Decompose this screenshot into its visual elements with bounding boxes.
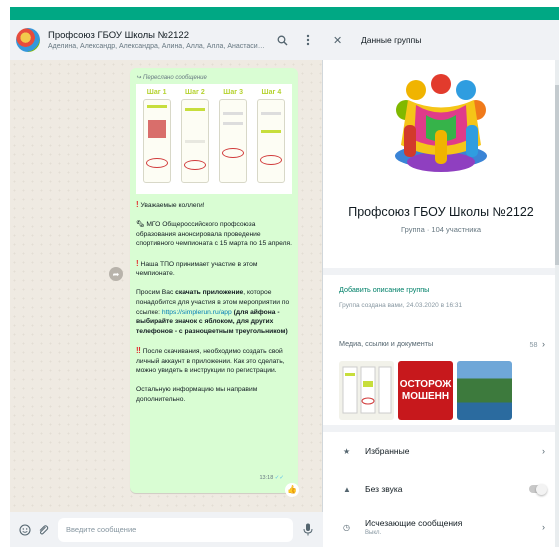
forwarded-arrow-icon: ↪ <box>136 74 142 81</box>
message-participation: Наша ТПО принимает участие в этом чемпио… <box>136 260 258 278</box>
exclamation-icon: ! <box>136 258 139 268</box>
media-thumbnail[interactable] <box>339 361 394 420</box>
attach-icon[interactable] <box>34 521 52 539</box>
chevron-right-icon: › <box>542 339 545 349</box>
search-icon[interactable] <box>273 31 291 49</box>
disappearing-label-wrap: Исчезающие сообщения Выкл. <box>365 518 542 536</box>
double-exclamation-icon: ‼ <box>136 345 141 355</box>
disappearing-state: Выкл. <box>365 530 382 536</box>
chat-header-text[interactable]: Профсоюз ГБОУ Школы №2122 Аделина, Алекс… <box>48 30 265 50</box>
app-top-bar <box>10 7 559 20</box>
chat-members: Аделина, Александр, Александра, Алина, А… <box>48 43 265 50</box>
media-thumbnail-text: ОСТОРОЖ <box>399 378 452 390</box>
chat-pane: Профсоюз ГБОУ Школы №2122 Аделина, Алекс… <box>10 20 323 547</box>
phone-illustration <box>257 99 286 183</box>
group-info-pane: ✕ Данные группы Профсоюз ГБОУ Школы №212… <box>323 20 559 547</box>
add-description-link[interactable]: Добавить описание группы <box>339 285 545 294</box>
phone-illustration <box>219 99 248 183</box>
media-thumbnails: ОСТОРОЖ МОШЕНН <box>339 361 545 420</box>
group-photo[interactable] <box>386 70 496 180</box>
message-paragraph: Остальную информацию мы направим дополни… <box>136 385 292 404</box>
exclamation-icon: ! <box>136 200 139 209</box>
chevron-right-icon: › <box>542 446 545 456</box>
mic-icon[interactable] <box>299 521 317 539</box>
mute-label: Без звука <box>365 484 403 494</box>
timer-icon: ◷ <box>343 522 350 532</box>
mute-toggle[interactable] <box>529 483 547 495</box>
disappearing-messages-row[interactable]: ◷ Исчезающие сообщения Выкл. › <box>323 508 559 546</box>
forwarded-text: Переслано сообщение <box>143 74 207 81</box>
phone-illustration <box>180 99 209 183</box>
media-thumbnail[interactable]: ОСТОРОЖ МОШЕНН <box>398 361 453 420</box>
group-created-info: Группа создана вами, 24.03.2020 в 16:31 <box>339 302 463 309</box>
emoji-icon[interactable] <box>16 521 34 539</box>
message-paragraph: ! Наша ТПО принимает участие в этом чемп… <box>136 259 292 279</box>
group-settings: ★ Избранные › ▲ Без звука ◷ Исчезающие с… <box>323 432 559 547</box>
promo-step-card: Шаг 3 <box>216 88 251 190</box>
group-avatar[interactable] <box>16 28 40 52</box>
chat-title: Профсоюз ГБОУ Школы №2122 <box>48 30 189 41</box>
media-links-docs-row[interactable]: Медиа, ссылки и документы 58 › <box>339 334 545 352</box>
group-name: Профсоюз ГБОУ Школы №2122 <box>348 205 534 219</box>
promo-step-label: Шаг 4 <box>261 89 282 96</box>
menu-icon[interactable] <box>299 31 317 49</box>
promo-step-label: Шаг 1 <box>146 89 167 96</box>
media-count: 58 <box>529 340 538 349</box>
read-check-icon: ✓✓ <box>274 475 284 482</box>
message-request: Просим Вас <box>136 289 176 297</box>
favorites-row[interactable]: ★ Избранные › <box>323 432 559 470</box>
promo-step-label: Шаг 2 <box>185 89 205 96</box>
scrollbar-thumb[interactable] <box>555 85 559 265</box>
close-icon[interactable]: ✕ <box>333 34 347 47</box>
media-count-wrap: 58 › <box>530 334 545 352</box>
info-header-title: Данные группы <box>361 35 422 45</box>
promo-step-card: Шаг 4 <box>254 88 289 190</box>
message-list[interactable]: ➦ ↪ Переслано сообщение Шаг 1 Шаг 2 Шаг … <box>10 60 323 512</box>
reaction-emoji[interactable]: 👍 <box>285 483 299 497</box>
message-request-bold: скачать приложение <box>175 289 244 297</box>
star-icon: ★ <box>343 446 351 456</box>
message-paragraph: ! Уважаемые коллеги! <box>136 200 292 211</box>
promo-image[interactable]: Шаг 1 Шаг 2 Шаг 3 Шаг 4 <box>136 84 292 194</box>
group-profile: Профсоюз ГБОУ Школы №2122 Группа · 104 у… <box>323 60 559 268</box>
message-paragraph: Просим Вас скачать приложение, которое п… <box>136 288 292 336</box>
media-label: Медиа, ссылки и документы <box>339 338 434 348</box>
promo-step-card: Шаг 2 <box>177 88 212 190</box>
message-greeting: Уважаемые коллеги! <box>140 202 205 209</box>
mute-row[interactable]: ▲ Без звука <box>323 470 559 508</box>
message-time-text: 13:18 <box>259 475 274 482</box>
group-description-block: Добавить описание группы Группа создана … <box>323 275 559 425</box>
message-paragraph: 🗞 МГО Общероссийского профсоюза образова… <box>136 221 292 248</box>
message-instructions: После скачивания, необходимо создать сво… <box>136 347 285 375</box>
favorites-label: Избранные <box>365 446 410 456</box>
phone-illustration <box>142 99 171 183</box>
media-thumbnail-text: МОШЕНН <box>401 390 450 402</box>
promo-step-label: Шаг 3 <box>223 89 243 96</box>
message-text: ! Уважаемые коллеги! 🗞 МГО Общероссийско… <box>136 200 292 404</box>
promo-step-card: Шаг 1 <box>139 88 174 190</box>
forward-icon[interactable]: ➦ <box>109 267 123 281</box>
message-time: 13:18 ✓✓ <box>259 474 284 484</box>
message-input[interactable] <box>58 517 293 542</box>
disappearing-label: Исчезающие сообщения <box>365 518 463 528</box>
message-paragraph: ‼ После скачивания, необходимо создать с… <box>136 346 292 376</box>
forwarded-label: ↪ Переслано сообщение <box>136 73 292 84</box>
app-download-link[interactable]: https://simplerun.ru/app <box>162 309 232 316</box>
message-bubble[interactable]: ↪ Переслано сообщение Шаг 1 Шаг 2 Шаг 3 … <box>130 68 299 497</box>
group-member-count: Группа · 104 участника <box>401 225 481 234</box>
message-composer <box>10 512 323 547</box>
chat-header[interactable]: Профсоюз ГБОУ Школы №2122 Аделина, Алекс… <box>10 20 323 60</box>
info-header: ✕ Данные группы <box>323 20 559 60</box>
message-closing: Остальную информацию мы направим дополни… <box>136 386 258 403</box>
bell-icon: ▲ <box>343 484 351 494</box>
media-thumbnail[interactable] <box>457 361 512 420</box>
message-announcement: МГО Общероссийского профсоюза образовани… <box>136 221 292 248</box>
info-scrollbar[interactable] <box>555 60 559 547</box>
chevron-right-icon: › <box>542 522 545 532</box>
